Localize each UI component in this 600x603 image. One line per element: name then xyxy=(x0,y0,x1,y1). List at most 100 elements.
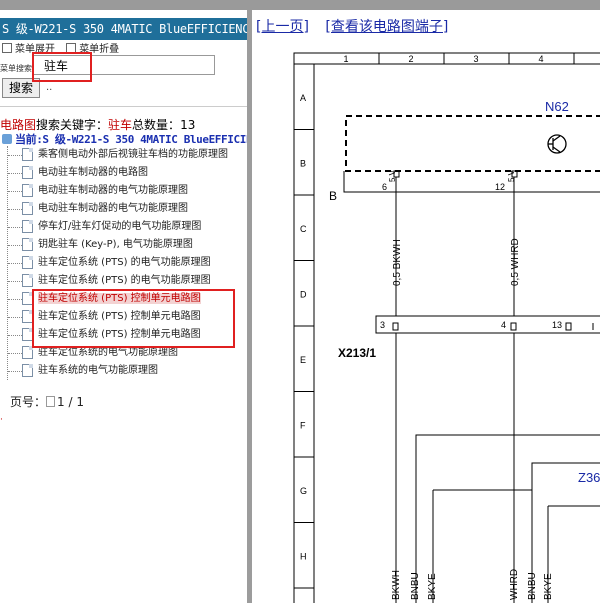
tree-item-label: 驻车定位系统 (PTS) 控制单元电路图 xyxy=(38,329,201,340)
tree-item-label: 乘客侧电动外部后视镜驻车档的功能原理图 xyxy=(38,149,228,160)
view-terminal-link[interactable]: [查看该电路图端子] xyxy=(325,19,448,35)
tree-connector xyxy=(8,245,22,246)
tree-item[interactable]: 驻车定位系统 (PTS) 控制单元电路图 xyxy=(8,308,247,326)
tree-item[interactable]: 停车灯/驻车灯促动的电气功能原理图 xyxy=(8,218,247,236)
tree-connector xyxy=(8,299,22,300)
bottom-wire-label: BNBU xyxy=(527,572,538,600)
n62-label: N62 xyxy=(545,99,569,114)
document-icon xyxy=(22,310,33,323)
left-menu-pane: S 级-W221-S 350 4MATIC BlueEFFICIENCY 菜单展… xyxy=(0,10,247,603)
column-label: 3 xyxy=(474,54,479,64)
search-input[interactable] xyxy=(33,55,215,75)
tree-item[interactable]: 乘客侧电动外部后视镜驻车档的功能原理图 xyxy=(8,146,247,164)
tree-item-label: 驻车系统的电气功能原理图 xyxy=(38,365,158,376)
column-labels: 12345 xyxy=(344,54,544,64)
expand-icon xyxy=(2,43,12,53)
pager-label: 页号： xyxy=(10,395,47,409)
current-node-label: 当前:S 级-W221-S 350 4MATIC BlueEFFICIENCY xyxy=(15,133,247,146)
tree-item[interactable]: 驻车系统的电气功能原理图 xyxy=(8,362,247,380)
tree-connector xyxy=(8,173,22,174)
tree-item-label: 停车灯/驻车灯促动的电气功能原理图 xyxy=(38,221,202,232)
tree-connector xyxy=(8,335,22,336)
bottom-wire-label: BKWH xyxy=(391,570,402,600)
row-label: G xyxy=(300,486,307,496)
pin-marker xyxy=(565,322,572,331)
column-label: 2 xyxy=(409,54,414,64)
divider-line xyxy=(0,106,247,107)
row-labels: A B C D E F G H xyxy=(300,93,307,562)
summary-category: 电路图 xyxy=(0,118,37,132)
search-extra: .. xyxy=(46,82,53,93)
bottom-wire-label: BKYE xyxy=(543,573,554,600)
prev-page-link[interactable]: [上一页] xyxy=(256,19,309,35)
tree-item[interactable]: 电动驻车制动器的电气功能原理图 xyxy=(8,182,247,200)
tree-connector xyxy=(8,353,22,354)
column-label: 1 xyxy=(344,54,349,64)
tree-connector xyxy=(8,191,22,192)
pin-6: 6 xyxy=(382,182,387,192)
tree-item[interactable]: 驻车定位系统 (PTS) 的电气功能原理图 xyxy=(8,272,247,290)
tree-connector xyxy=(8,227,22,228)
tree-item[interactable]: 电动驻车制动器的电气功能原理图 xyxy=(8,200,247,218)
tree-item[interactable]: 驻车定位系统 (PTS) 的电气功能原理图 xyxy=(8,254,247,272)
vehicle-title-bar: S 级-W221-S 350 4MATIC BlueEFFICIENCY xyxy=(0,18,247,40)
summary-keyword-label: 搜索关键字： xyxy=(36,118,109,132)
tree-item[interactable]: 电动驻车制动器的电路图 xyxy=(8,164,247,182)
collapse-icon xyxy=(66,43,77,53)
column-label: 4 xyxy=(539,54,544,64)
tree-connector xyxy=(8,263,22,264)
page-square-icon xyxy=(46,396,56,407)
wire-b-label: 0,5 WHRD xyxy=(510,238,521,286)
document-icon xyxy=(22,364,33,377)
menu-expand-label: 菜单展开 xyxy=(15,44,55,55)
tree-connector xyxy=(8,155,22,156)
document-icon xyxy=(22,238,33,251)
document-icon xyxy=(22,166,33,179)
tree-item-label: 电动驻车制动器的电路图 xyxy=(38,167,148,178)
document-icon xyxy=(22,220,33,233)
menu-collapse[interactable]: 菜单折叠 xyxy=(66,43,123,55)
row-label: C xyxy=(300,224,307,234)
computer-icon xyxy=(2,134,12,144)
document-icon xyxy=(22,148,33,161)
tree-item[interactable]: 驻车定位系统 (PTS) 控制单元电路图 xyxy=(8,290,247,308)
tree-item[interactable]: 钥匙驻车 (Key-P), 电气功能原理图 xyxy=(8,236,247,254)
summary-count-label: 总数量： xyxy=(132,118,181,132)
pin-4: 4 xyxy=(501,320,506,330)
search-button[interactable]: 搜索 xyxy=(2,78,40,98)
bundle-left xyxy=(415,434,600,603)
pin-3: 3 xyxy=(380,320,385,330)
document-icon xyxy=(22,256,33,269)
bottom-wire-labels: BKWH BNBU BKYE WHRD BNBU BKYE xyxy=(391,569,554,600)
tree-item-label: 驻车定位系统 (PTS) 控制单元电路图 xyxy=(38,293,201,304)
tree-item-label: 电动驻车制动器的电气功能原理图 xyxy=(38,203,188,214)
pin-marker xyxy=(510,322,517,331)
row-label: H xyxy=(300,551,307,561)
tree-item-label: 驻车定位系统 (PTS) 的电气功能原理图 xyxy=(38,257,211,268)
tree-item[interactable]: 驻车定位系统 (PTS) 控制单元电路图 xyxy=(8,326,247,344)
result-tree: 乘客侧电动外部后视镜驻车档的功能原理图 电动驻车制动器的电路图电动驻车制动器的电气… xyxy=(7,146,247,380)
row-label: A xyxy=(300,93,306,103)
menu-collapse-label: 菜单折叠 xyxy=(79,44,120,55)
tree-connector xyxy=(8,281,22,282)
tree-item-label: 电动驻车制动器的电气功能原理图 xyxy=(38,185,188,196)
menu-toggle-row: 菜单展开 菜单折叠 xyxy=(2,40,127,55)
n62-component-box xyxy=(345,115,600,172)
row-label: D xyxy=(300,289,307,299)
schematic-pane: 12345 ABCDEFGH N62 B 6 12 5 V 5 V 0,5 BK… xyxy=(252,10,600,603)
pin-12: 12 xyxy=(495,182,505,192)
pin-marker xyxy=(392,322,399,331)
tree-connector xyxy=(8,317,22,318)
pager: 页号： 1 / 1 xyxy=(10,393,84,410)
current-node[interactable]: 当前:S 级-W221-S 350 4MATIC BlueEFFICIENCY xyxy=(2,131,247,147)
red-marker: · xyxy=(0,415,3,425)
menu-expand[interactable]: 菜单展开 xyxy=(2,43,59,55)
document-icon xyxy=(22,328,33,341)
z36-label: Z36 xyxy=(578,470,600,485)
nav-links: [上一页] [查看该电路图端子] xyxy=(256,16,460,36)
tree-item-label: 驻车定位系统 (PTS) 控制单元电路图 xyxy=(38,311,201,322)
tree-item-label: 钥匙驻车 (Key-P), 电气功能原理图 xyxy=(38,239,193,250)
bottom-wire-label: BNBU xyxy=(410,572,421,600)
transistor-emitter xyxy=(552,146,561,153)
tree-item[interactable]: 驻车定位系统的电气功能原理图 xyxy=(8,344,247,362)
